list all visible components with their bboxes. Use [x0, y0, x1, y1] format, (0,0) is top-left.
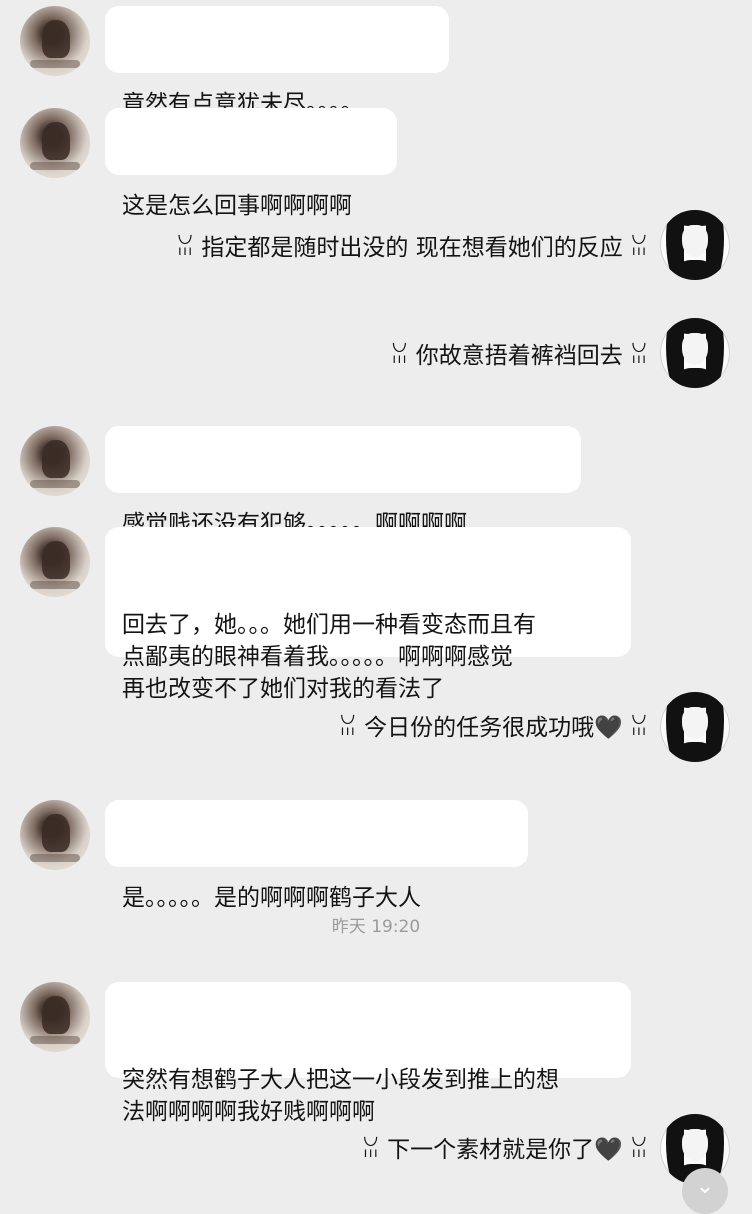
message-bubble[interactable]: 竟然有点意犹未尽。。。。: [105, 6, 449, 117]
sender-avatar[interactable]: [20, 6, 90, 76]
message-bubble[interactable]: 回去了，她。。。她们用一种看变态而且有 点鄙夷的眼神看着我。。。。。啊啊啊感觉 …: [105, 527, 631, 702]
avatar-bangs: [672, 1114, 718, 1130]
receiver-avatar[interactable]: [660, 692, 730, 762]
sender-avatar[interactable]: [20, 108, 90, 178]
sender-avatar[interactable]: [20, 426, 90, 496]
avatar-collar: [678, 260, 712, 280]
message-text: 突然有想鹤子大人把这一小段发到推上的想 法啊啊啊啊我好贱啊啊啊: [122, 1067, 559, 1125]
avatar-bangs: [672, 692, 718, 708]
message-text-right[interactable]: ꈍ 指定都是随时出没的 现在想看她们的反应 ꈍ: [176, 232, 648, 264]
message-text-right[interactable]: ꈍ 下一个素材就是你了🖤 ꈍ: [362, 1134, 648, 1166]
receiver-avatar[interactable]: [660, 318, 730, 388]
sender-avatar[interactable]: [20, 800, 90, 870]
avatar-bangs: [672, 318, 718, 334]
message-text: 回去了，她。。。她们用一种看变态而且有 点鄙夷的眼神看着我。。。。。啊啊啊感觉 …: [122, 612, 536, 702]
timestamp: 昨天 19:20: [331, 917, 421, 937]
avatar-face: [682, 225, 708, 257]
sender-avatar[interactable]: [20, 982, 90, 1052]
message-text-right[interactable]: ꈍ 你故意捂着裤裆回去 ꈍ: [390, 340, 648, 372]
message-text: 这是怎么回事啊啊啊啊: [122, 193, 352, 219]
avatar-bangs: [672, 210, 718, 226]
avatar-collar: [678, 742, 712, 762]
avatar-face: [682, 1129, 708, 1161]
message-bubble[interactable]: 突然有想鹤子大人把这一小段发到推上的想 法啊啊啊啊我好贱啊啊啊: [105, 982, 631, 1125]
scroll-to-bottom-button[interactable]: ⌄: [682, 1168, 728, 1214]
avatar-face: [682, 707, 708, 739]
receiver-avatar[interactable]: [660, 210, 730, 280]
message-text-right[interactable]: ꈍ 今日份的任务很成功哦🖤 ꈍ: [339, 712, 648, 744]
chevron-down-icon: ⌄: [695, 1174, 715, 1199]
message-bubble[interactable]: 这是怎么回事啊啊啊啊: [105, 108, 397, 219]
message-text: 是。。。。。是的啊啊啊鹤子大人: [122, 885, 421, 911]
sender-avatar[interactable]: [20, 527, 90, 597]
message-bubble[interactable]: 感觉贱还没有犯够。。。。。啊啊啊啊: [105, 426, 581, 537]
message-bubble[interactable]: 是。。。。。是的啊啊啊鹤子大人: [105, 800, 528, 911]
avatar-collar: [678, 368, 712, 388]
avatar-face: [682, 333, 708, 365]
